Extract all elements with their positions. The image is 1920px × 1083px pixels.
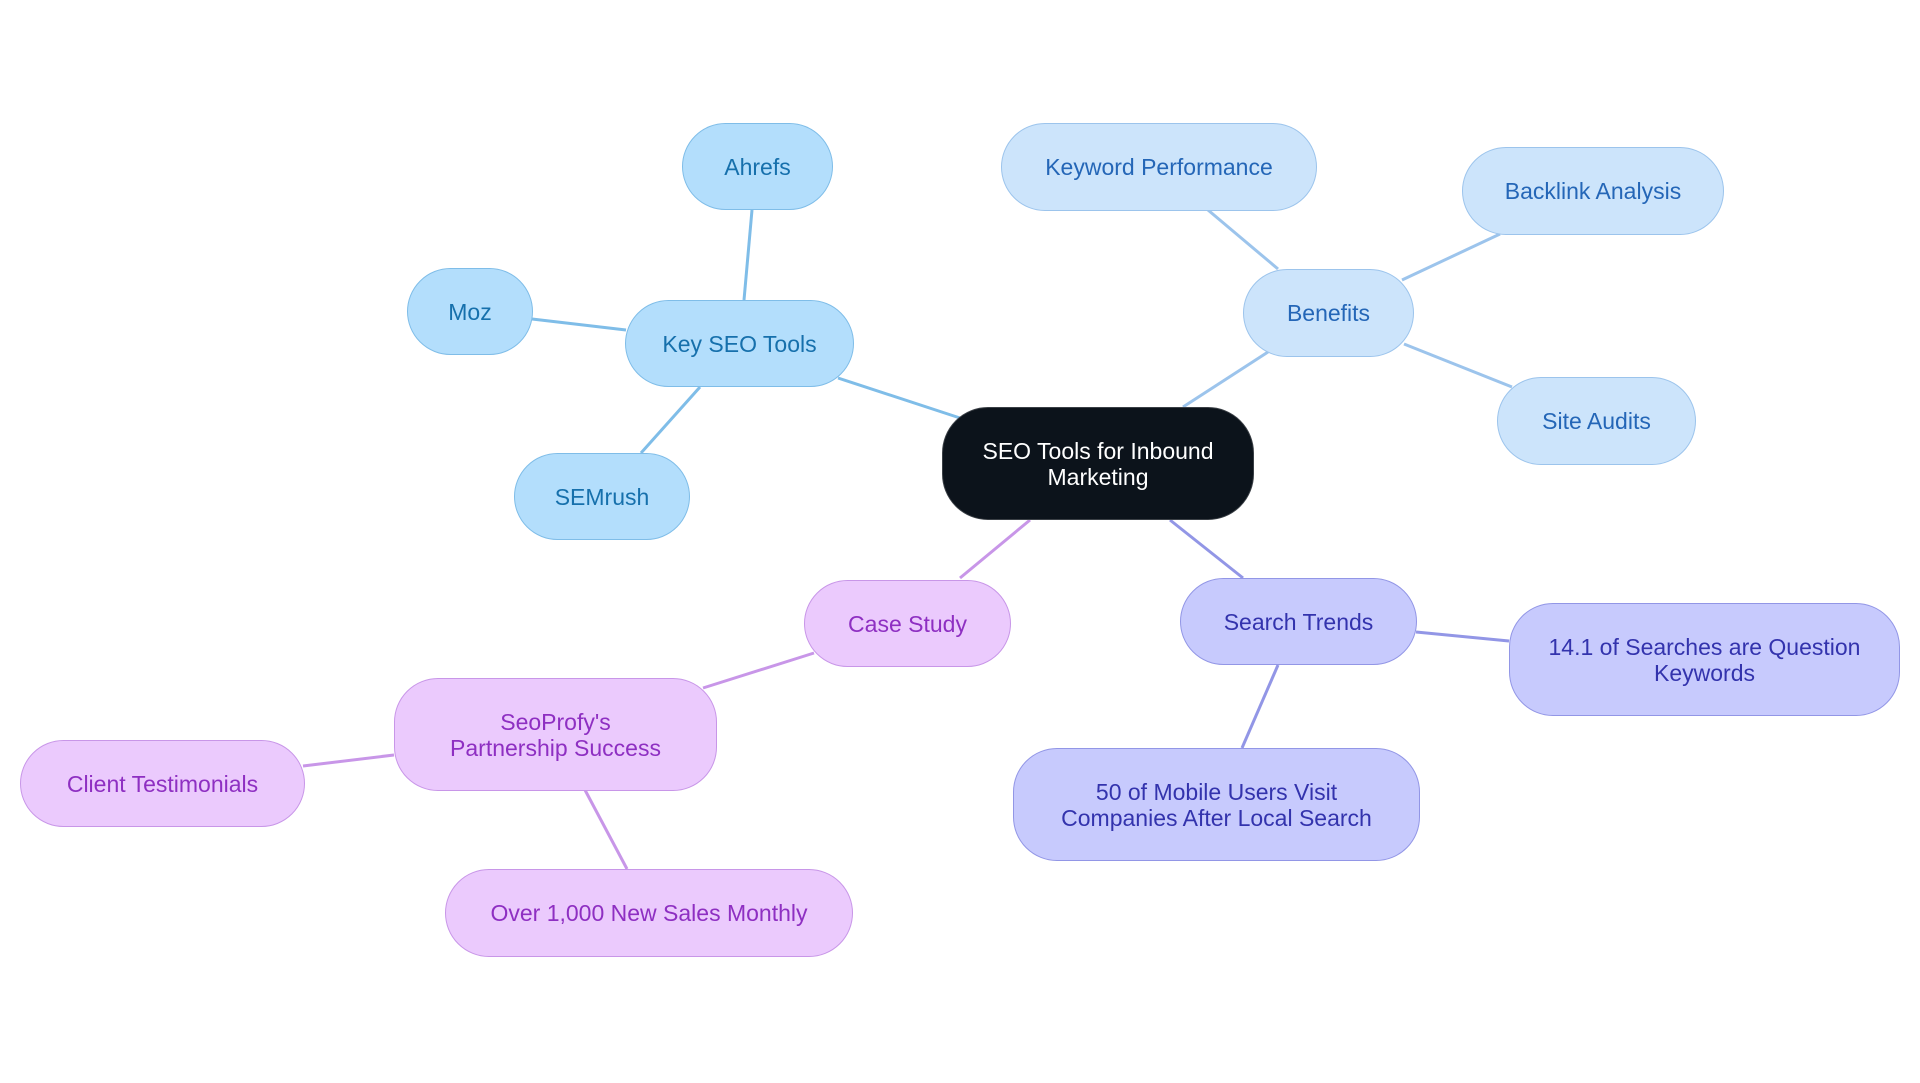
backlink-analysis-label: Backlink Analysis — [1504, 178, 1682, 204]
edge-key-tools-ahrefs — [742, 209, 754, 301]
edge-root-case-study — [959, 518, 1031, 580]
question-keywords-label: 14.1 of Searches are Question Keywords — [1548, 633, 1861, 686]
site-audits-node[interactable]: Site Audits — [1497, 377, 1696, 465]
ahrefs-node[interactable]: Ahrefs — [682, 123, 833, 210]
ahrefs-label: Ahrefs — [724, 153, 791, 180]
edge-key-tools-semrush — [639, 386, 702, 454]
edge-root-benefits — [1182, 350, 1269, 409]
edge-search-trends-mobile — [1240, 664, 1280, 749]
client-testimonials-node[interactable]: Client Testimonials — [20, 740, 305, 827]
benefits-label: Benefits — [1286, 300, 1371, 326]
edge-key-tools-moz — [531, 317, 627, 332]
root-label: SEO Tools for Inbound Marketing — [982, 437, 1214, 490]
search-trends-label: Search Trends — [1223, 608, 1374, 635]
moz-label: Moz — [448, 298, 492, 325]
moz-node[interactable]: Moz — [407, 268, 533, 355]
mobile-users-label: 50 of Mobile Users Visit Companies After… — [1061, 778, 1372, 831]
semrush-label: SEMrush — [554, 483, 650, 510]
search-trends-node[interactable]: Search Trends — [1180, 578, 1417, 665]
new-sales-node[interactable]: Over 1,000 New Sales Monthly — [445, 869, 853, 957]
edge-case-study-seoprofy — [702, 651, 815, 690]
edge-benefits-site-audits — [1403, 342, 1513, 389]
seoprofy-node[interactable]: SeoProfy's Partnership Success — [394, 678, 717, 791]
key-seo-tools-label: Key SEO Tools — [662, 330, 817, 357]
benefits-node[interactable]: Benefits — [1243, 269, 1414, 357]
edge-root-search-trends — [1169, 518, 1244, 580]
new-sales-label: Over 1,000 New Sales Monthly — [490, 900, 808, 926]
edge-seoprofy-sales — [583, 789, 629, 870]
keyword-performance-label: Keyword Performance — [1045, 154, 1273, 180]
question-keywords-node[interactable]: 14.1 of Searches are Question Keywords — [1509, 603, 1900, 716]
case-study-node[interactable]: Case Study — [804, 580, 1011, 667]
edge-benefits-keyword — [1207, 208, 1279, 271]
site-audits-label: Site Audits — [1542, 408, 1651, 434]
key-seo-tools-node[interactable]: Key SEO Tools — [625, 300, 854, 387]
semrush-node[interactable]: SEMrush — [514, 453, 690, 540]
client-testimonials-label: Client Testimonials — [66, 770, 259, 797]
seoprofy-label: SeoProfy's Partnership Success — [450, 708, 661, 761]
keyword-performance-node[interactable]: Keyword Performance — [1001, 123, 1317, 211]
root-node[interactable]: SEO Tools for Inbound Marketing — [942, 407, 1254, 520]
edge-search-trends-question — [1415, 630, 1510, 643]
mobile-users-node[interactable]: 50 of Mobile Users Visit Companies After… — [1013, 748, 1420, 861]
backlink-analysis-node[interactable]: Backlink Analysis — [1462, 147, 1724, 235]
edge-root-key-tools — [837, 376, 961, 420]
edge-seoprofy-testimonials — [302, 753, 395, 768]
edge-benefits-backlink — [1401, 232, 1501, 282]
case-study-label: Case Study — [848, 610, 967, 637]
